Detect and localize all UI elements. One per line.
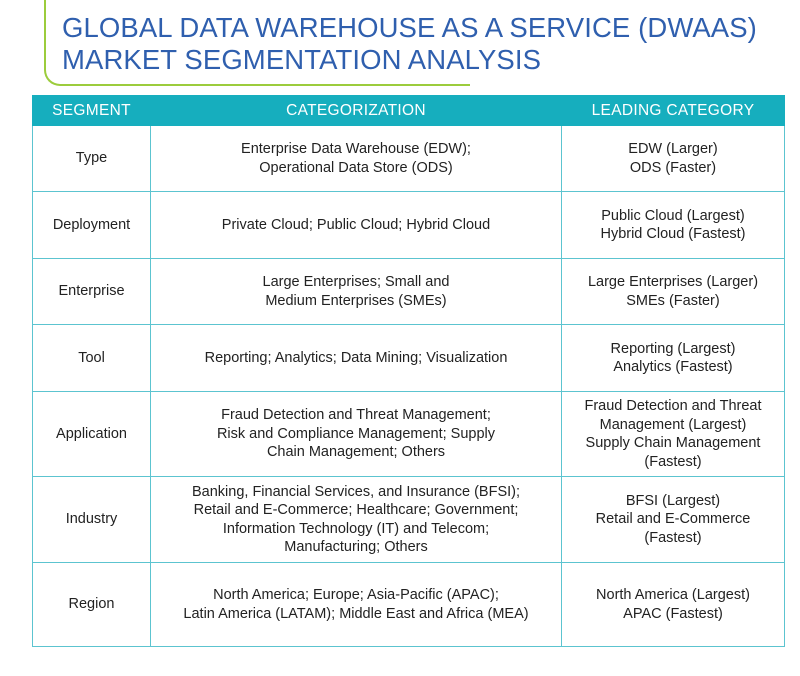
table-row: Deployment Private Cloud; Public Cloud; H… <box>32 191 785 259</box>
categorization-line: Risk and Compliance Management; Supply <box>216 425 496 442</box>
categorization-line: Fraud Detection and Threat Management; <box>221 407 491 424</box>
categorization-line: Chain Management; Others <box>266 444 446 461</box>
leading-category-line: Public Cloud (Largest) <box>601 207 745 224</box>
categorization-line: Reporting; Analytics; Data Mining; Visua… <box>204 349 508 366</box>
leading-category-line: EDW (Larger) <box>628 141 718 157</box>
header-leading-category: LEADING CATEGORY <box>561 95 785 126</box>
categorization-line: Latin America (LATAM); Middle East and A… <box>183 605 529 622</box>
categorization-cell: Banking, Financial Services, and Insuran… <box>150 476 562 563</box>
categorization-cell: Enterprise Data Warehouse (EDW); Operatio… <box>150 125 562 192</box>
leading-category-line: Analytics (Fastest) <box>613 359 733 375</box>
categorization-line: Information Technology (IT) and Telecom; <box>222 520 490 537</box>
leading-category-cell: BFSI (Largest) Retail and E-Commerce (Fast… <box>561 476 785 563</box>
categorization-cell: Fraud Detection and Threat Management; Ri… <box>150 391 562 477</box>
segment-cell: Tool <box>32 324 151 392</box>
categorization-cell: Private Cloud; Public Cloud; Hybrid Clou… <box>150 191 562 259</box>
categorization-line: Retail and E-Commerce; Healthcare; Gover… <box>193 502 519 518</box>
categorization-cell: North America; Europe; Asia-Pacific (APA… <box>150 562 562 647</box>
table-row: Industry Banking, Financial Services, and… <box>32 476 785 563</box>
leading-category-cell: North America (Largest) APAC (Fastest) <box>561 562 785 647</box>
header-segment: SEGMENT <box>32 95 151 126</box>
leading-category-line: APAC (Fastest) <box>623 605 723 622</box>
leading-category-cell: Large Enterprises (Larger) SMEs (Faster) <box>561 258 785 325</box>
table-row: Enterprise Large Enterprises; Small and Me… <box>32 258 785 325</box>
leading-category-line: BFSI (Largest) <box>625 492 721 509</box>
leading-category-cell: EDW (Larger) ODS (Faster) <box>561 125 785 192</box>
leading-category-line: ODS (Faster) <box>629 159 717 176</box>
segmentation-table: SEGMENT CATEGORIZATION LEADING CATEGORY … <box>32 95 785 647</box>
leading-category-line: Fraud Detection and Threat <box>584 398 762 414</box>
leading-category-line: Retail and E-Commerce <box>595 511 751 528</box>
leading-category-line: Management (Largest) <box>599 416 747 433</box>
leading-category-line: SMEs (Faster) <box>626 292 720 309</box>
categorization-line: Large Enterprises; Small and <box>262 274 450 290</box>
leading-category-cell: Fraud Detection and Threat Management (La… <box>561 391 785 477</box>
table-header-row: SEGMENT CATEGORIZATION LEADING CATEGORY <box>32 95 785 126</box>
table-row: Application Fraud Detection and Threat Ma… <box>32 391 785 477</box>
categorization-line: Medium Enterprises (SMEs) <box>265 292 447 309</box>
categorization-line: Private Cloud; Public Cloud; Hybrid Clou… <box>221 216 491 233</box>
table-row: Tool Reporting; Analytics; Data Mining; V… <box>32 324 785 392</box>
leading-category-cell: Reporting (Largest) Analytics (Fastest) <box>561 324 785 392</box>
segment-cell: Enterprise <box>32 258 151 325</box>
leading-category-line: Hybrid Cloud (Fastest) <box>600 226 746 242</box>
categorization-line: Banking, Financial Services, and Insuran… <box>191 483 520 500</box>
table-row: Region North America; Europe; Asia-Pacifi… <box>32 562 785 647</box>
segment-cell: Deployment <box>32 191 151 259</box>
categorization-line: North America; Europe; Asia-Pacific (APA… <box>213 587 499 603</box>
segment-cell: Industry <box>32 476 151 563</box>
categorization-line: Manufacturing; Others <box>284 539 428 555</box>
leading-category-line: (Fastest) <box>644 529 702 546</box>
header-categorization: CATEGORIZATION <box>150 95 562 126</box>
leading-category-line: North America (Largest) <box>596 587 750 603</box>
title-line-2: MARKET SEGMENTATION ANALYSIS <box>62 44 542 75</box>
categorization-cell: Large Enterprises; Small and Medium Enter… <box>150 258 562 325</box>
title-line-1: GLOBAL DATA WAREHOUSE AS A SERVICE (DWAA… <box>62 12 757 43</box>
leading-category-cell: Public Cloud (Largest) Hybrid Cloud (Fast… <box>561 191 785 259</box>
page-title: GLOBAL DATA WAREHOUSE AS A SERVICE (DWAA… <box>62 12 757 76</box>
leading-category-line: Large Enterprises (Larger) <box>587 274 759 290</box>
leading-category-line: Reporting (Largest) <box>610 340 736 357</box>
segment-cell: Application <box>32 391 151 477</box>
categorization-line: Enterprise Data Warehouse (EDW); <box>241 141 471 157</box>
categorization-line: Operational Data Store (ODS) <box>259 159 453 176</box>
table-row: Type Enterprise Data Warehouse (EDW); Oper… <box>32 125 785 192</box>
categorization-cell: Reporting; Analytics; Data Mining; Visua… <box>150 324 562 392</box>
leading-category-line: Supply Chain Management <box>585 435 761 451</box>
leading-category-line: (Fastest) <box>644 453 702 470</box>
segment-cell: Region <box>32 562 151 647</box>
segment-cell: Type <box>32 125 151 192</box>
